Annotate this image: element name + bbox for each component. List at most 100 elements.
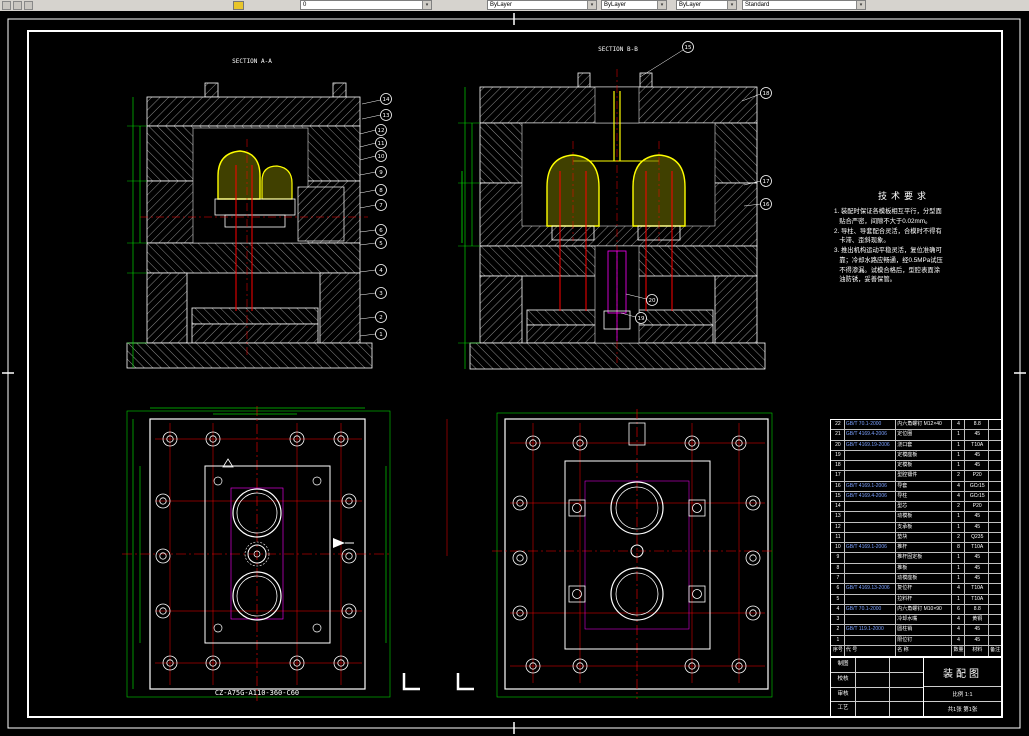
section-a-view: SECTION A-A 14 13 12 11 10 9 8 7 6 5 4 3…	[126, 58, 392, 369]
plan-view-left: CZ-A75G-A110-360-C60	[122, 406, 392, 701]
chevron-down-icon[interactable]: ▾	[727, 1, 736, 9]
svg-text:17: 17	[763, 179, 770, 185]
bom-row: 14 型芯 2 P20	[831, 501, 1001, 512]
bom-table: 22 GB/T 70.1-2000 内六角螺钉 M12×40 4 8.8 21 …	[830, 419, 1002, 657]
bom-row: 12 支承板 1 45	[831, 521, 1001, 532]
bom-header-material: 材料	[965, 645, 990, 656]
balloon-3: 3	[359, 287, 387, 299]
chevron-down-icon[interactable]: ▾	[856, 1, 865, 9]
tech-req-title: 技术要求	[877, 191, 930, 201]
balloon-15: 15	[639, 41, 694, 78]
svg-text:2: 2	[379, 315, 383, 321]
bom-row: 5 拉料杆 1 T10A	[831, 593, 1001, 604]
color-combo-value: ByLayer	[490, 2, 513, 8]
bom-row: 21 GB/T 4169.4-2006 定位圈 1 45	[831, 429, 1001, 440]
bom-header-qty: 数量	[952, 645, 966, 656]
svg-text:9: 9	[379, 170, 383, 176]
color-swatch-icon[interactable]	[233, 1, 244, 10]
plan-view-right	[492, 409, 775, 699]
bom-header-note: 备注	[990, 646, 1001, 653]
svg-text:5: 5	[379, 241, 383, 247]
title-block-main: 装配图 比例 1:1 共1张 第1张	[924, 658, 1001, 716]
section-a-label: SECTION A-A	[232, 58, 272, 65]
bom-row: 7 动模座板 1 45	[831, 572, 1001, 584]
style-combo-value: Standard	[745, 2, 770, 8]
chevron-down-icon[interactable]: ▾	[422, 1, 431, 9]
balloon-5: 5	[359, 237, 387, 249]
section-b-label: SECTION B-B	[598, 46, 638, 53]
chevron-down-icon[interactable]: ▾	[587, 1, 596, 9]
svg-text:8: 8	[379, 188, 383, 194]
toolbar-button-2[interactable]	[13, 1, 22, 10]
bom-row: 3 冷却水嘴 4 黄铜	[831, 614, 1001, 625]
bom-header-row: 序号 代 号 名 称 数量 材料 备注	[831, 644, 1001, 656]
toolbar-button-3[interactable]	[24, 1, 33, 10]
bom-row: 6 GB/T 4169.13-2006 复位杆 4 T10A	[831, 583, 1001, 594]
svg-text:10: 10	[378, 154, 385, 160]
bom-row: 15 GB/T 4169.4-2006 导柱 4 GCr15	[831, 490, 1001, 502]
svg-text:19: 19	[638, 316, 645, 322]
tech-req-line: 2. 导柱、导套配合灵活，合模时不得有	[834, 227, 942, 235]
balloon-12: 12	[359, 124, 387, 136]
drawing-sheet-count: 共1张 第1张	[947, 707, 978, 713]
svg-text:11: 11	[378, 141, 385, 147]
bom-row: 10 GB/T 4169.1-2006 推杆 8 T10A	[831, 542, 1001, 553]
balloon-10: 10	[359, 150, 387, 162]
balloon-8: 8	[359, 184, 387, 196]
tech-req-line: 不得渗漏。试模合格后，型腔表面涂	[834, 266, 940, 274]
svg-text:1: 1	[379, 332, 383, 338]
cad-viewport[interactable]: SECTION A-A 14 13 12 11 10 9 8 7 6 5 4 3…	[0, 11, 1029, 736]
balloon-4: 4	[359, 264, 387, 276]
bom-row: 18 定模板 1 45	[831, 460, 1001, 471]
title-block-label: 制图	[831, 658, 856, 672]
drawing-title: 装配图	[924, 658, 1001, 687]
lineweight-combo[interactable]: ByLayer ▾	[676, 0, 737, 10]
bom-row: 20 GB/T 4169.19-2006 浇口套 1 T10A	[831, 439, 1001, 450]
bom-row: 9 推杆固定板 1 45	[831, 552, 1001, 563]
bom-row: 2 GB/T 119.1-2000 圆柱销 4 45	[831, 624, 1001, 635]
svg-text:6: 6	[379, 228, 383, 234]
title-block-label: 工艺	[831, 702, 856, 716]
bom-row: 22 GB/T 70.1-2000 内六角螺钉 M12×40 4 8.8	[831, 420, 1001, 430]
svg-text:4: 4	[379, 268, 383, 274]
bom-row: 11 垫块 2 Q235	[831, 531, 1001, 543]
svg-text:12: 12	[378, 128, 385, 134]
technical-requirements: 技术要求 1. 装配时保证各模板相互平行，分型面 贴合严密，间隙不大于0.02m…	[834, 189, 974, 285]
bom-header-no: 序号	[831, 645, 845, 656]
style-combo[interactable]: Standard ▾	[742, 0, 866, 10]
section-b-view: SECTION B-B 15 18 17 16 20 19	[458, 41, 772, 370]
linetype-combo[interactable]: ByLayer ▾	[601, 0, 667, 10]
balloon-6: 6	[359, 224, 387, 236]
svg-text:18: 18	[763, 91, 770, 97]
linetype-combo-value: ByLayer	[604, 2, 627, 8]
svg-text:20: 20	[649, 298, 656, 304]
part-number-label: CZ-A75G-A110-360-C60	[215, 689, 299, 697]
tech-req-line: 油防锈，妥善保管。	[834, 276, 896, 284]
balloon-14: 14	[361, 93, 392, 105]
svg-text:3: 3	[379, 291, 383, 297]
bom-row: 4 GB/T 70.1-2000 内六角螺钉 M10×90 6 8.8	[831, 603, 1001, 615]
tech-req-line: 3. 推出机构运动平稳灵活，复位准确可	[834, 247, 942, 254]
svg-text:15: 15	[685, 45, 692, 51]
bom-row: 8 推板 1 45	[831, 562, 1001, 573]
svg-text:7: 7	[379, 203, 383, 209]
title-block: 制图 校核 审核 工艺 装配图 比例 1:1 共1张 第1张	[830, 657, 1002, 717]
bom-row: 13 动模板 1 45	[831, 511, 1001, 522]
tech-req-line: 贴合严密，间隙不大于0.02mm。	[834, 217, 932, 225]
toolbar-button-1[interactable]	[2, 1, 11, 10]
tech-req-line: 1. 装配时保证各模板相互平行，分型面	[834, 208, 942, 215]
title-block-label: 校核	[831, 672, 856, 687]
title-block-label: 审核	[831, 687, 856, 702]
chevron-down-icon[interactable]: ▾	[657, 1, 666, 9]
bom-row: 1 限位钉 4 45	[831, 634, 1001, 645]
title-block-signatures: 制图 校核 审核 工艺	[831, 658, 924, 716]
color-combo[interactable]: ByLayer ▾	[487, 0, 597, 10]
drawing-scale: 比例 1:1	[924, 687, 1001, 702]
layer-combo[interactable]: 0 ▾	[300, 0, 432, 10]
bom-row: 19 定模座板 1 45	[831, 449, 1001, 461]
fold-marks	[402, 419, 474, 691]
bom-row: 16 GB/T 4169.1-2006 导套 4 GCr15	[831, 480, 1001, 491]
balloon-9: 9	[359, 166, 387, 178]
balloon-13: 13	[361, 109, 392, 121]
bom-row: 17 型腔镶件 2 P20	[831, 470, 1001, 481]
